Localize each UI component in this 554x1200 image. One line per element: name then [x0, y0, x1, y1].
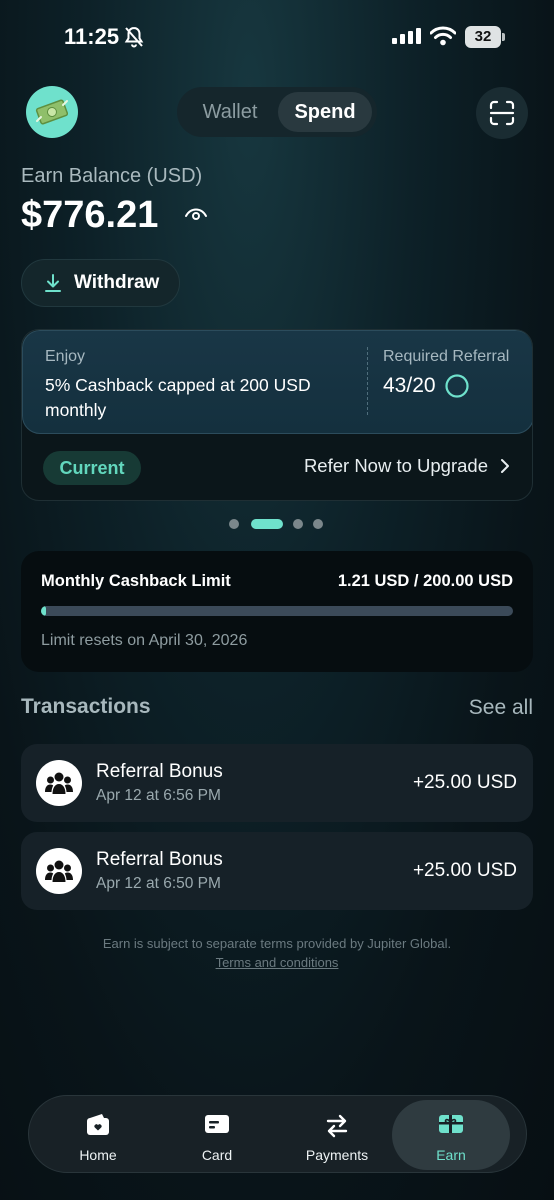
limit-progress-bar — [41, 606, 513, 616]
status-bar: 11:25 32 — [0, 0, 554, 72]
limit-title: Monthly Cashback Limit — [41, 572, 231, 590]
nav-payments-label: Payments — [305, 1147, 369, 1163]
tab-spend[interactable]: Spend — [278, 92, 372, 132]
transaction-row[interactable]: Referral Bonus Apr 12 at 6:50 PM +25.00 … — [21, 832, 533, 910]
nav-earn[interactable]: Earn — [392, 1100, 510, 1170]
nav-home-label: Home — [79, 1147, 117, 1163]
bell-muted-icon — [124, 26, 144, 48]
nav-card[interactable]: Card — [158, 1100, 276, 1170]
group-avatar — [36, 848, 82, 894]
nav-payments-icon-wrap — [278, 1113, 396, 1139]
tab-wallet[interactable]: Wallet — [185, 92, 275, 132]
transaction-title: Referral Bonus — [96, 761, 223, 782]
dashed-divider — [367, 347, 368, 415]
chevron-right-icon — [501, 459, 509, 473]
carousel-dot-active[interactable] — [251, 519, 283, 529]
withdraw-label: Withdraw — [74, 272, 160, 293]
carousel-dot[interactable] — [313, 519, 323, 529]
nav-home-icon-wrap — [39, 1113, 157, 1139]
group-avatar — [36, 760, 82, 806]
wallet-heart-icon — [87, 1114, 109, 1135]
transactions-heading: Transactions — [21, 695, 151, 718]
nav-earn-label: Earn — [436, 1147, 466, 1163]
limit-progress-fill — [41, 606, 46, 616]
cashback-tier-card[interactable]: Enjoy 5% Cashback capped at 200 USD mont… — [21, 329, 533, 501]
gift-card-icon — [439, 1115, 463, 1133]
download-icon — [45, 274, 61, 292]
transaction-title: Referral Bonus — [96, 849, 223, 870]
progress-ring-icon — [444, 374, 469, 398]
battery-indicator: 32 — [465, 26, 505, 48]
battery-level: 32 — [465, 26, 501, 48]
balance-value: $776.21 — [21, 194, 159, 236]
group-icon — [45, 860, 73, 882]
enjoy-label: Enjoy — [45, 348, 86, 365]
cashback-limit-card: Monthly Cashback Limit 1.21 USD / 200.00… — [21, 551, 533, 672]
disclaimer-text: Earn is subject to separate terms provid… — [102, 936, 452, 951]
transaction-date: Apr 12 at 6:50 PM — [96, 875, 221, 892]
cashback-description: 5% Cashback capped at 200 USD monthly — [45, 375, 311, 420]
refer-upgrade-label: Refer Now to Upgrade — [303, 455, 488, 476]
transaction-amount: +25.00 USD — [412, 772, 517, 793]
nav-earn-icon-wrap — [392, 1113, 510, 1139]
balance-label: Earn Balance (USD) — [21, 165, 203, 187]
current-tier-badge: Current — [43, 451, 141, 485]
terms-link[interactable]: Terms and conditions — [216, 955, 339, 970]
nav-home[interactable]: Home — [39, 1100, 157, 1170]
required-referral-label: Required Referral — [383, 348, 510, 365]
wallet-spend-toggle: Wallet Spend — [177, 87, 377, 137]
nav-card-icon-wrap — [158, 1113, 276, 1139]
limit-value: 1.21 USD / 200.00 USD — [337, 572, 513, 590]
nav-card-label: Card — [201, 1147, 233, 1163]
required-referral-value-row: 43/20 — [383, 373, 470, 399]
transaction-date: Apr 12 at 6:56 PM — [96, 787, 221, 804]
see-all-link[interactable]: See all — [469, 696, 533, 720]
tier-details: Enjoy 5% Cashback capped at 200 USD mont… — [22, 330, 532, 434]
card-icon — [205, 1115, 229, 1133]
wifi-icon — [430, 26, 456, 46]
eye-icon[interactable] — [184, 205, 208, 223]
battery-tip — [502, 33, 505, 41]
scan-icon — [489, 100, 515, 126]
transfer-arrows-icon — [326, 1114, 348, 1138]
money-avatar[interactable] — [26, 86, 78, 138]
carousel-dot[interactable] — [293, 519, 303, 529]
signal-icon — [392, 28, 421, 44]
carousel-dot[interactable] — [229, 519, 239, 529]
scan-button[interactable] — [476, 87, 528, 139]
refer-upgrade-link[interactable]: Refer Now to Upgrade — [304, 455, 510, 477]
status-time: 11:25 — [64, 24, 120, 49]
group-icon — [45, 772, 73, 794]
bottom-nav: Home Card Payments Earn — [28, 1095, 527, 1173]
nav-payments[interactable]: Payments — [278, 1100, 396, 1170]
money-bills-icon — [35, 99, 69, 125]
limit-reset-text: Limit resets on April 30, 2026 — [41, 632, 248, 649]
required-referral-value: 43/20 — [383, 374, 436, 397]
transaction-row[interactable]: Referral Bonus Apr 12 at 6:56 PM +25.00 … — [21, 744, 533, 822]
transaction-amount: +25.00 USD — [412, 860, 517, 881]
withdraw-button[interactable]: Withdraw — [21, 259, 180, 307]
terms-disclaimer: Earn is subject to separate terms provid… — [90, 934, 464, 972]
